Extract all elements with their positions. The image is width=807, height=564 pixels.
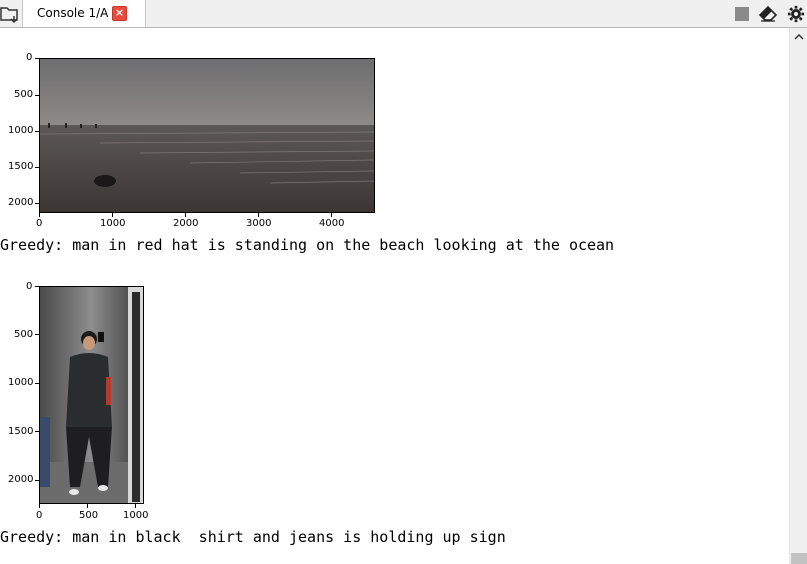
y-tick: [35, 95, 39, 96]
y-tick-label: 2000: [8, 197, 34, 208]
scrollbar-thumb[interactable]: [791, 553, 807, 564]
x-tick: [39, 504, 40, 508]
y-tick-label: 0: [26, 52, 33, 63]
chevron-up-icon[interactable]: [792, 30, 806, 44]
y-tick-label: 1000: [8, 125, 34, 136]
y-tick: [35, 203, 39, 204]
x-tick: [87, 504, 88, 508]
caption-output-1: Greedy: man in red hat is standing on th…: [0, 236, 615, 254]
y-tick: [35, 131, 39, 132]
y-tick-label: 2000: [8, 474, 34, 485]
y-tick: [35, 431, 39, 432]
close-icon[interactable]: ×: [112, 6, 127, 21]
folder-browse-icon[interactable]: [0, 4, 20, 24]
y-tick-label: 500: [14, 329, 34, 340]
y-tick-label: 1500: [8, 426, 34, 437]
y-tick-label: 500: [14, 89, 34, 100]
tab-label: Console 1/A: [37, 6, 109, 20]
console-output[interactable]: 0 500 1000 1500 2000 0 1000 2000 3000 40…: [0, 28, 789, 564]
y-tick: [35, 167, 39, 168]
y-tick-label: 1500: [8, 161, 34, 172]
y-tick-label: 1000: [8, 377, 34, 388]
stop-icon[interactable]: [733, 5, 751, 23]
x-tick: [39, 213, 40, 217]
x-tick-label: 500: [79, 510, 99, 521]
gear-icon[interactable]: [786, 5, 806, 23]
x-tick-label: 4000: [319, 218, 345, 229]
y-tick: [35, 334, 39, 335]
image-elevator-selfie: [39, 286, 144, 504]
image-beach-scene: [39, 58, 375, 213]
x-tick-label: 3000: [246, 218, 272, 229]
x-tick: [258, 213, 259, 217]
y-tick: [35, 286, 39, 287]
beach-photo: [40, 59, 374, 212]
tab-console-1a[interactable]: Console 1/A ×: [22, 0, 146, 27]
y-tick: [35, 58, 39, 59]
x-tick: [331, 213, 332, 217]
caption-output-2: Greedy: man in black shirt and jeans is …: [0, 528, 506, 546]
console-tab-bar: Console 1/A ×: [0, 0, 807, 28]
x-tick: [135, 504, 136, 508]
x-tick: [112, 213, 113, 217]
eraser-icon[interactable]: [759, 5, 777, 23]
y-tick: [35, 383, 39, 384]
y-tick: [35, 480, 39, 481]
x-tick-label: 1000: [100, 218, 126, 229]
elevator-photo: [40, 287, 143, 503]
vertical-scrollbar[interactable]: [789, 28, 807, 564]
y-tick-label: 0: [26, 281, 33, 292]
x-tick-label: 0: [36, 510, 43, 521]
x-tick-label: 0: [36, 218, 43, 229]
x-tick-label: 2000: [173, 218, 199, 229]
x-tick: [185, 213, 186, 217]
x-tick-label: 1000: [123, 510, 149, 521]
